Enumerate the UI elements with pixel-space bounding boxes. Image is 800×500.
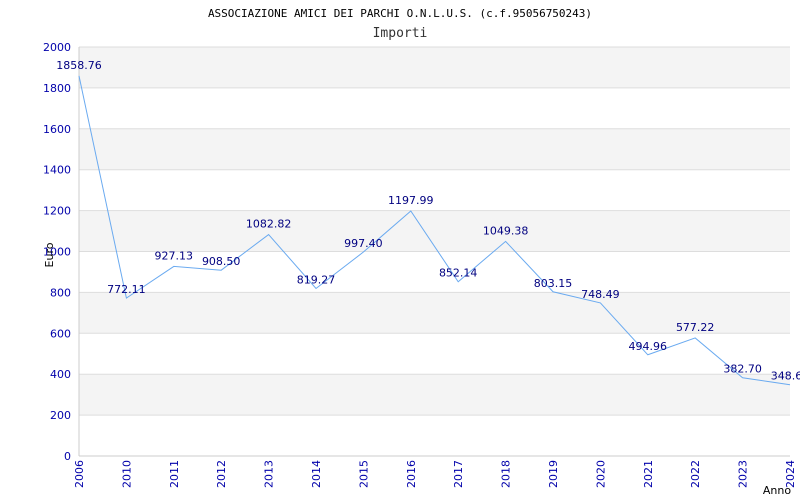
x-tick-label: 2021 xyxy=(642,460,655,488)
line-chart: 0200400600800100012001400160018002000 20… xyxy=(43,7,800,497)
chart-subtitle: Importi xyxy=(373,26,428,41)
data-label: 382.70 xyxy=(723,363,762,376)
data-label: 1858.76 xyxy=(56,59,102,72)
x-axis-label: Anno xyxy=(763,484,791,497)
data-label: 819.27 xyxy=(297,273,336,286)
data-label: 1197.99 xyxy=(388,194,434,207)
grid-band xyxy=(79,128,790,170)
data-label: 997.40 xyxy=(344,237,383,250)
grid-band xyxy=(79,210,790,252)
x-tick-label: 2015 xyxy=(357,460,370,488)
data-label: 348.60 xyxy=(771,370,800,383)
y-tick-label: 200 xyxy=(50,409,71,422)
y-tick-label: 600 xyxy=(50,327,71,340)
data-label: 494.96 xyxy=(629,340,668,353)
data-label: 772.11 xyxy=(107,283,146,296)
grid-band xyxy=(79,47,790,88)
data-label: 908.50 xyxy=(202,255,241,268)
x-tick-label: 2010 xyxy=(120,460,133,488)
data-label: 1082.82 xyxy=(246,218,292,231)
x-tick-label: 2017 xyxy=(452,460,465,488)
chart-title: ASSOCIAZIONE AMICI DEI PARCHI O.N.L.U.S.… xyxy=(208,7,592,20)
data-label: 852.14 xyxy=(439,267,478,280)
x-tick-label: 2022 xyxy=(689,460,702,488)
x-tick-labels: 2006 2010 2011 2012 2013 2014 2015 2016 2017 2018… xyxy=(73,460,797,488)
y-tick-label: 1800 xyxy=(43,82,71,95)
grid-band xyxy=(79,374,790,416)
data-label: 803.15 xyxy=(534,277,573,290)
y-tick-label: 1200 xyxy=(43,205,71,218)
x-tick-label: 2020 xyxy=(594,460,607,488)
x-tick-label: 2006 xyxy=(73,460,86,488)
x-tick-label: 2014 xyxy=(310,460,323,488)
data-label: 1049.38 xyxy=(483,224,529,237)
grid-bands xyxy=(79,47,790,416)
x-tick-label: 2011 xyxy=(168,460,181,488)
y-tick-label: 800 xyxy=(50,286,71,299)
x-tick-label: 2023 xyxy=(737,460,750,488)
x-tick-label: 2019 xyxy=(547,460,560,488)
y-tick-label: 400 xyxy=(50,368,71,381)
y-tick-label: 1600 xyxy=(43,123,71,136)
y-tick-label: 1400 xyxy=(43,164,71,177)
y-axis-label: Euro xyxy=(43,242,56,267)
x-tick-label: 2018 xyxy=(500,460,513,488)
data-label: 927.13 xyxy=(155,249,194,262)
x-tick-label: 2016 xyxy=(405,460,418,488)
y-tick-label: 0 xyxy=(64,450,71,463)
data-label: 748.49 xyxy=(581,288,620,301)
data-label: 577.22 xyxy=(676,321,715,334)
y-tick-label: 2000 xyxy=(43,41,71,54)
x-tick-label: 2012 xyxy=(215,460,228,488)
x-tick-label: 2013 xyxy=(263,460,276,488)
